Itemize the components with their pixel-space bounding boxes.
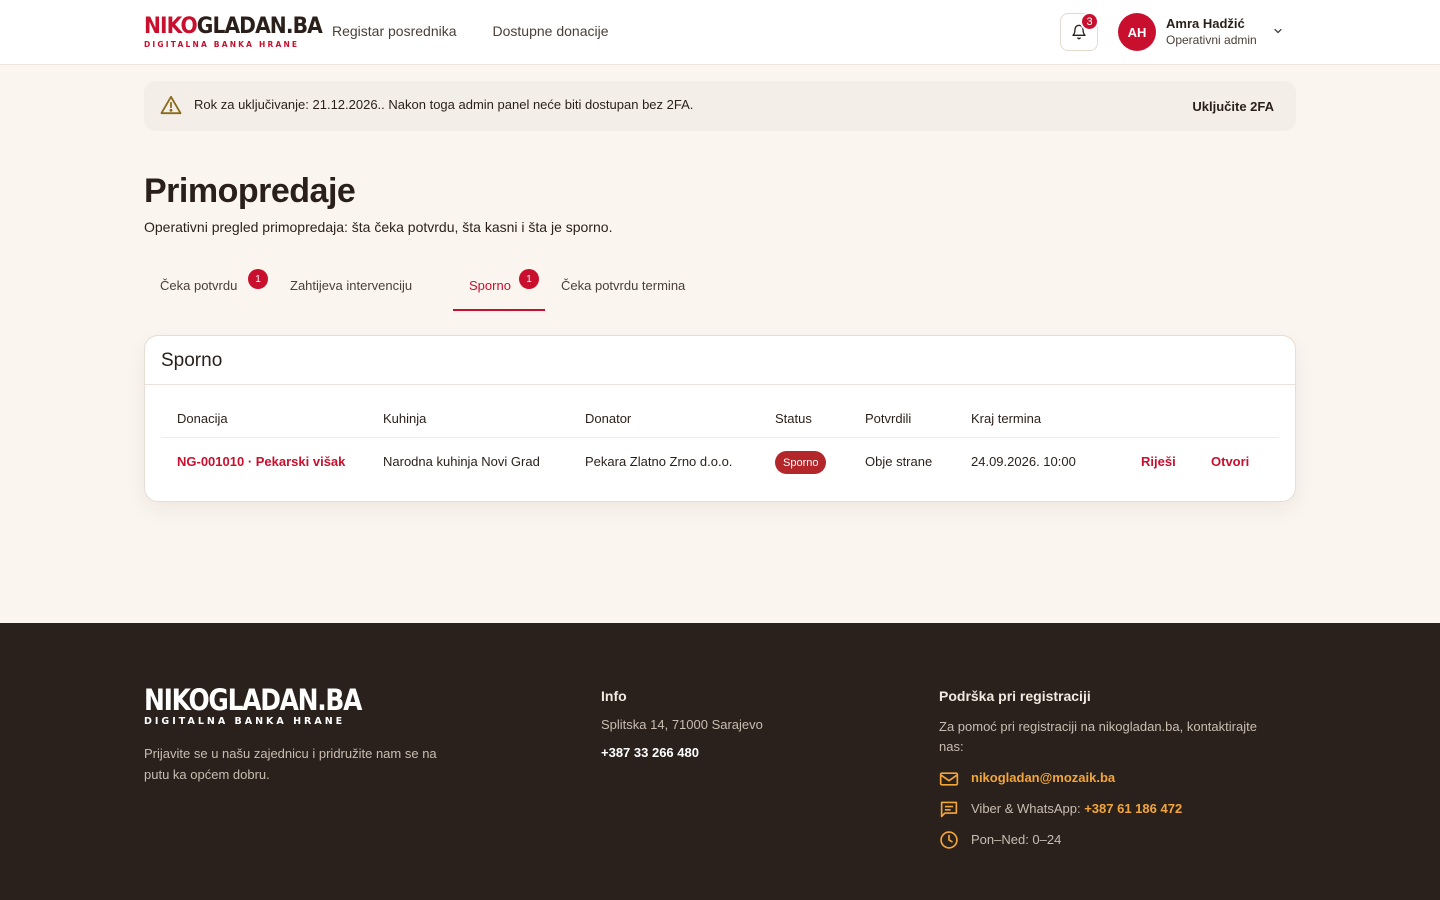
warning-icon: [160, 95, 182, 115]
footer-logo: NIKOGLADAN.BA DIGITALNA BANKA HRANE: [144, 685, 396, 727]
chat-icon: [940, 801, 958, 818]
page-title: Primopredaje: [144, 172, 356, 210]
nav-dostupne-donacije[interactable]: Dostupne donacije: [493, 23, 609, 39]
footer-support-title: Podrška pri registraciji: [939, 688, 1091, 704]
column-header-donator: Donator: [585, 411, 632, 426]
status-badge: Sporno: [775, 451, 827, 474]
open-button[interactable]: Otvori: [1211, 454, 1249, 469]
top-header: NIKOGLADAN.BA DIGITALNA BANKA HRANE Regi…: [0, 0, 1440, 65]
clock-icon: [940, 831, 958, 849]
notifications-count-badge: 3: [1080, 12, 1099, 31]
user-role: Operativni admin: [1166, 33, 1257, 47]
cell-donator: Pekara Zlatno Zrno d.o.o.: [585, 454, 733, 469]
footer: NIKOGLADAN.BA DIGITALNA BANKA HRANE Prij…: [0, 623, 1440, 900]
active-tab-indicator: [453, 309, 545, 311]
column-header-status: Status: [775, 411, 812, 426]
main-nav: Registar posrednika Dostupne donacije: [332, 23, 609, 39]
footer-messenger-phone[interactable]: +387 61 186 472: [1084, 801, 1182, 816]
tab-badge-sporno: 1: [519, 269, 539, 289]
sporno-card: Sporno Donacija Kuhinja Donator Status P…: [144, 335, 1296, 502]
table-header-divider: [161, 437, 1279, 438]
enable-2fa-button[interactable]: Uključite 2FA: [1192, 99, 1274, 114]
card-divider: [145, 384, 1295, 385]
page-subtitle: Operativni pregled primopredaja: šta ček…: [144, 219, 613, 235]
tab-sporno[interactable]: Sporno: [469, 266, 511, 312]
cell-potvrdili: Obje strane: [865, 454, 933, 469]
column-header-kuhinja: Kuhinja: [383, 411, 427, 426]
tab-ceka-potvrdu-termina[interactable]: Čeka potvrdu termina: [561, 266, 685, 312]
footer-support-text: Za pomoć pri registraciji na nikogladan.…: [939, 719, 1257, 754]
alert-message: Rok za uključivanje: 21.12.2026.. Nakon …: [194, 97, 694, 112]
card-title: Sporno: [161, 350, 223, 371]
avatar[interactable]: AH: [1118, 13, 1156, 51]
footer-email[interactable]: nikogladan@mozaik.ba: [971, 770, 1115, 785]
footer-description: Prijavite se u našu zajednicu i pridruži…: [144, 746, 437, 782]
footer-messenger-label: Viber & WhatsApp:: [971, 801, 1081, 816]
2fa-alert-banner: Rok za uključivanje: 21.12.2026.. Nakon …: [144, 81, 1296, 131]
tab-badge-ceka-potvrdu: 1: [248, 269, 268, 289]
logo-text-part1: NIKO: [144, 14, 198, 39]
cell-kraj-termina: 24.09.2026. 10:00: [971, 454, 1076, 469]
donation-link[interactable]: NG-001010 · Pekarski višak: [177, 454, 345, 469]
footer-info-title: Info: [601, 688, 627, 704]
chevron-down-icon[interactable]: [1272, 25, 1284, 37]
logo-tagline: DIGITALNA BANKA HRANE: [144, 40, 300, 49]
column-header-kraj-termina: Kraj termina: [971, 411, 1042, 426]
column-header-potvrdili: Potvrdili: [865, 411, 912, 426]
footer-address: Splitska 14, 71000 Sarajevo: [601, 717, 763, 732]
resolve-button[interactable]: Riješi: [1141, 454, 1176, 469]
footer-logo-text: NIKOGLADAN.BA: [144, 683, 362, 717]
user-name: Amra Hadžić: [1166, 16, 1245, 31]
logo[interactable]: NIKOGLADAN.BA DIGITALNA BANKA HRANE: [144, 14, 337, 50]
column-header-donacija: Donacija: [177, 411, 228, 426]
nav-registar-posrednika[interactable]: Registar posrednika: [332, 23, 457, 39]
tab-bar: Čeka potvrdu 1 Zahtijeva intervenciju Sp…: [144, 266, 744, 312]
logo-text-part2: GLADAN.BA: [196, 14, 323, 39]
footer-phone[interactable]: +387 33 266 480: [601, 745, 699, 760]
footer-logo-tagline: DIGITALNA BANKA HRANE: [144, 716, 346, 727]
tab-ceka-potvrdu[interactable]: Čeka potvrdu: [160, 266, 237, 312]
footer-hours: Pon–Ned: 0–24: [971, 832, 1062, 847]
mail-icon: [939, 772, 959, 786]
cell-kuhinja: Narodna kuhinja Novi Grad: [383, 454, 540, 469]
tab-zahtijeva-intervenciju[interactable]: Zahtijeva intervenciju: [290, 266, 412, 312]
